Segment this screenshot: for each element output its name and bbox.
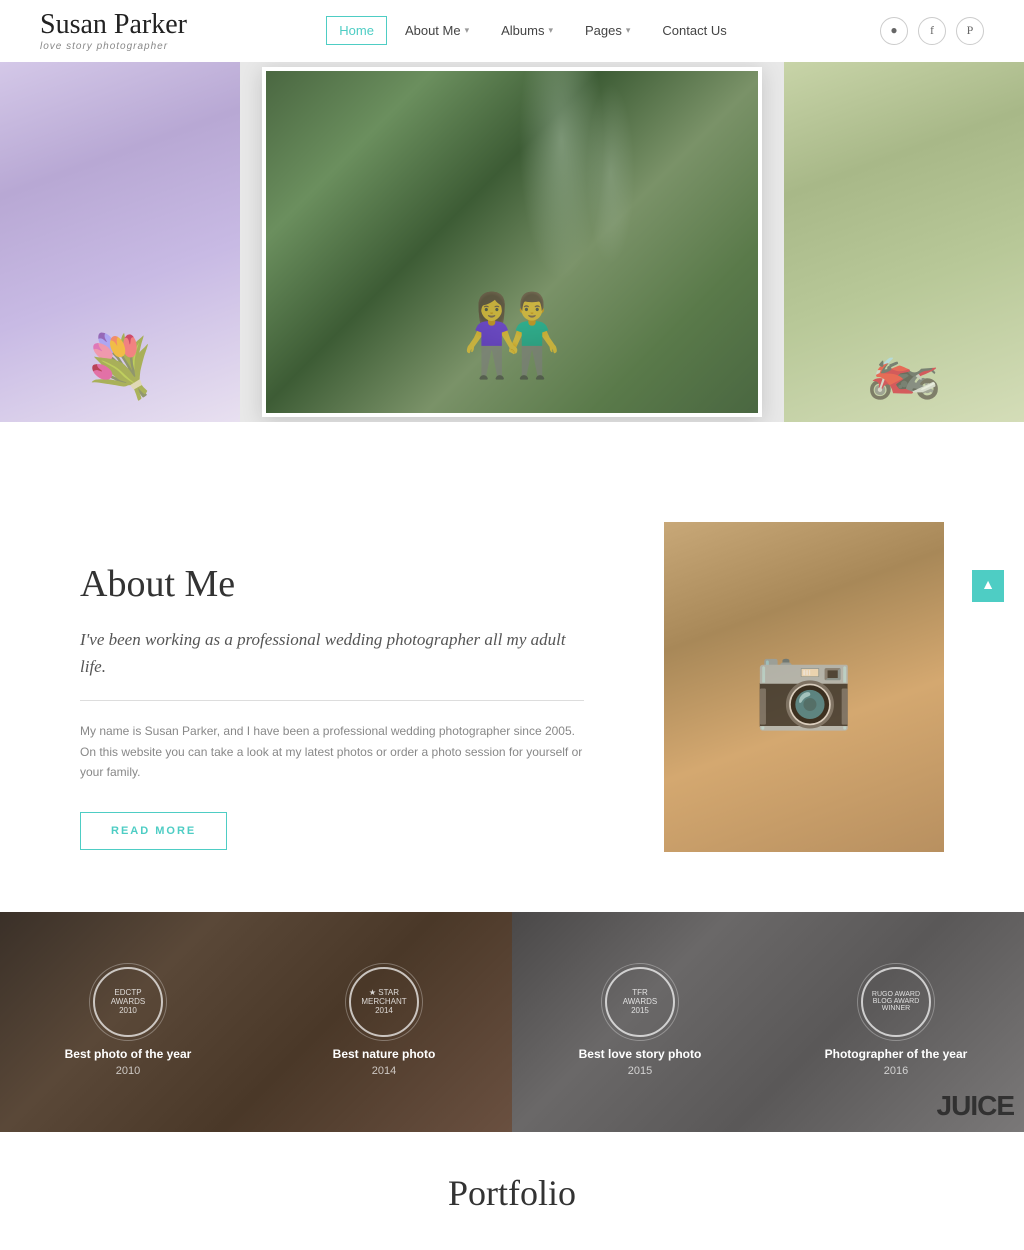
about-tagline: I've been working as a professional wedd… (80, 626, 584, 701)
photographer-photo (664, 522, 944, 852)
portfolio-section: Portfolio (0, 1132, 1024, 1234)
award-medallion-1: EDCTP AWARDS 2010 (93, 967, 163, 1037)
award-item-4: RUGO AWARD BLOG AWARD WINNER Photographe… (783, 967, 1008, 1077)
awards-section: JUICE EDCTP AWARDS 2010 Best photo of th… (0, 912, 1024, 1132)
award-year-3: 2015 (628, 1065, 652, 1077)
about-description: My name is Susan Parker, and I have been… (80, 721, 584, 782)
slide-right (784, 62, 1024, 422)
about-image (664, 522, 944, 852)
about-section: About Me I've been working as a professi… (0, 482, 1024, 892)
about-title: About Me (80, 562, 584, 606)
facebook-icon[interactable]: f (918, 17, 946, 45)
nav-home[interactable]: Home (326, 16, 387, 45)
award-year-4: 2016 (884, 1065, 908, 1077)
award-year-2: 2014 (372, 1065, 396, 1077)
award-badge-1: EDCTP AWARDS 2010 (111, 988, 146, 1015)
award-medallion-3: TFR AWARDS 2015 (605, 967, 675, 1037)
about-text-block: About Me I've been working as a professi… (80, 522, 584, 851)
portfolio-title: Portfolio (0, 1172, 1024, 1214)
chevron-down-icon: ▾ (465, 25, 470, 36)
chevron-down-icon: ▾ (626, 25, 631, 36)
motorcycle-girls-image (784, 62, 1024, 422)
award-item-3: TFR AWARDS 2015 Best love story photo 20… (527, 967, 752, 1077)
instagram-icon[interactable]: ● (880, 17, 908, 45)
scroll-up-button[interactable]: ▲ (972, 570, 1004, 602)
site-name: Susan Parker (40, 10, 187, 41)
couple-waterfall-image (266, 71, 758, 413)
award-medallion-4: RUGO AWARD BLOG AWARD WINNER (861, 967, 931, 1037)
hero-slider (0, 62, 1024, 422)
site-tagline: love story photographer (40, 41, 187, 52)
chevron-down-icon: ▾ (548, 25, 553, 36)
award-item-2: ★ STAR MERCHANT 2014 Best nature photo 2… (271, 967, 496, 1077)
award-name-1: Best photo of the year (65, 1047, 192, 1061)
site-header: Susan Parker love story photographer Hom… (0, 0, 1024, 62)
nav-contact[interactable]: Contact Us (648, 15, 740, 46)
awards-overlay: EDCTP AWARDS 2010 Best photo of the year… (0, 912, 1024, 1132)
main-nav: Home About Me ▾ Albums ▾ Pages ▾ Contact… (326, 15, 740, 46)
logo[interactable]: Susan Parker love story photographer (40, 10, 187, 52)
award-name-2: Best nature photo (333, 1047, 436, 1061)
slide-left (0, 62, 240, 422)
nav-about[interactable]: About Me ▾ (391, 15, 483, 46)
bride-flowers-image (0, 62, 240, 422)
pinterest-icon[interactable]: P (956, 17, 984, 45)
award-item-1: EDCTP AWARDS 2010 Best photo of the year… (15, 967, 240, 1077)
award-name-3: Best love story photo (579, 1047, 702, 1061)
award-badge-3: TFR AWARDS 2015 (623, 988, 658, 1015)
award-badge-2: ★ STAR MERCHANT 2014 (361, 988, 406, 1015)
nav-albums[interactable]: Albums ▾ (487, 15, 567, 46)
slide-center (262, 67, 762, 417)
award-year-1: 2010 (116, 1065, 140, 1077)
read-more-button[interactable]: READ MORE (80, 812, 227, 850)
award-badge-4: RUGO AWARD BLOG AWARD WINNER (872, 991, 920, 1012)
social-links: ● f P (880, 17, 984, 45)
award-name-4: Photographer of the year (825, 1047, 968, 1061)
award-medallion-2: ★ STAR MERCHANT 2014 (349, 967, 419, 1037)
nav-pages[interactable]: Pages ▾ (571, 15, 644, 46)
